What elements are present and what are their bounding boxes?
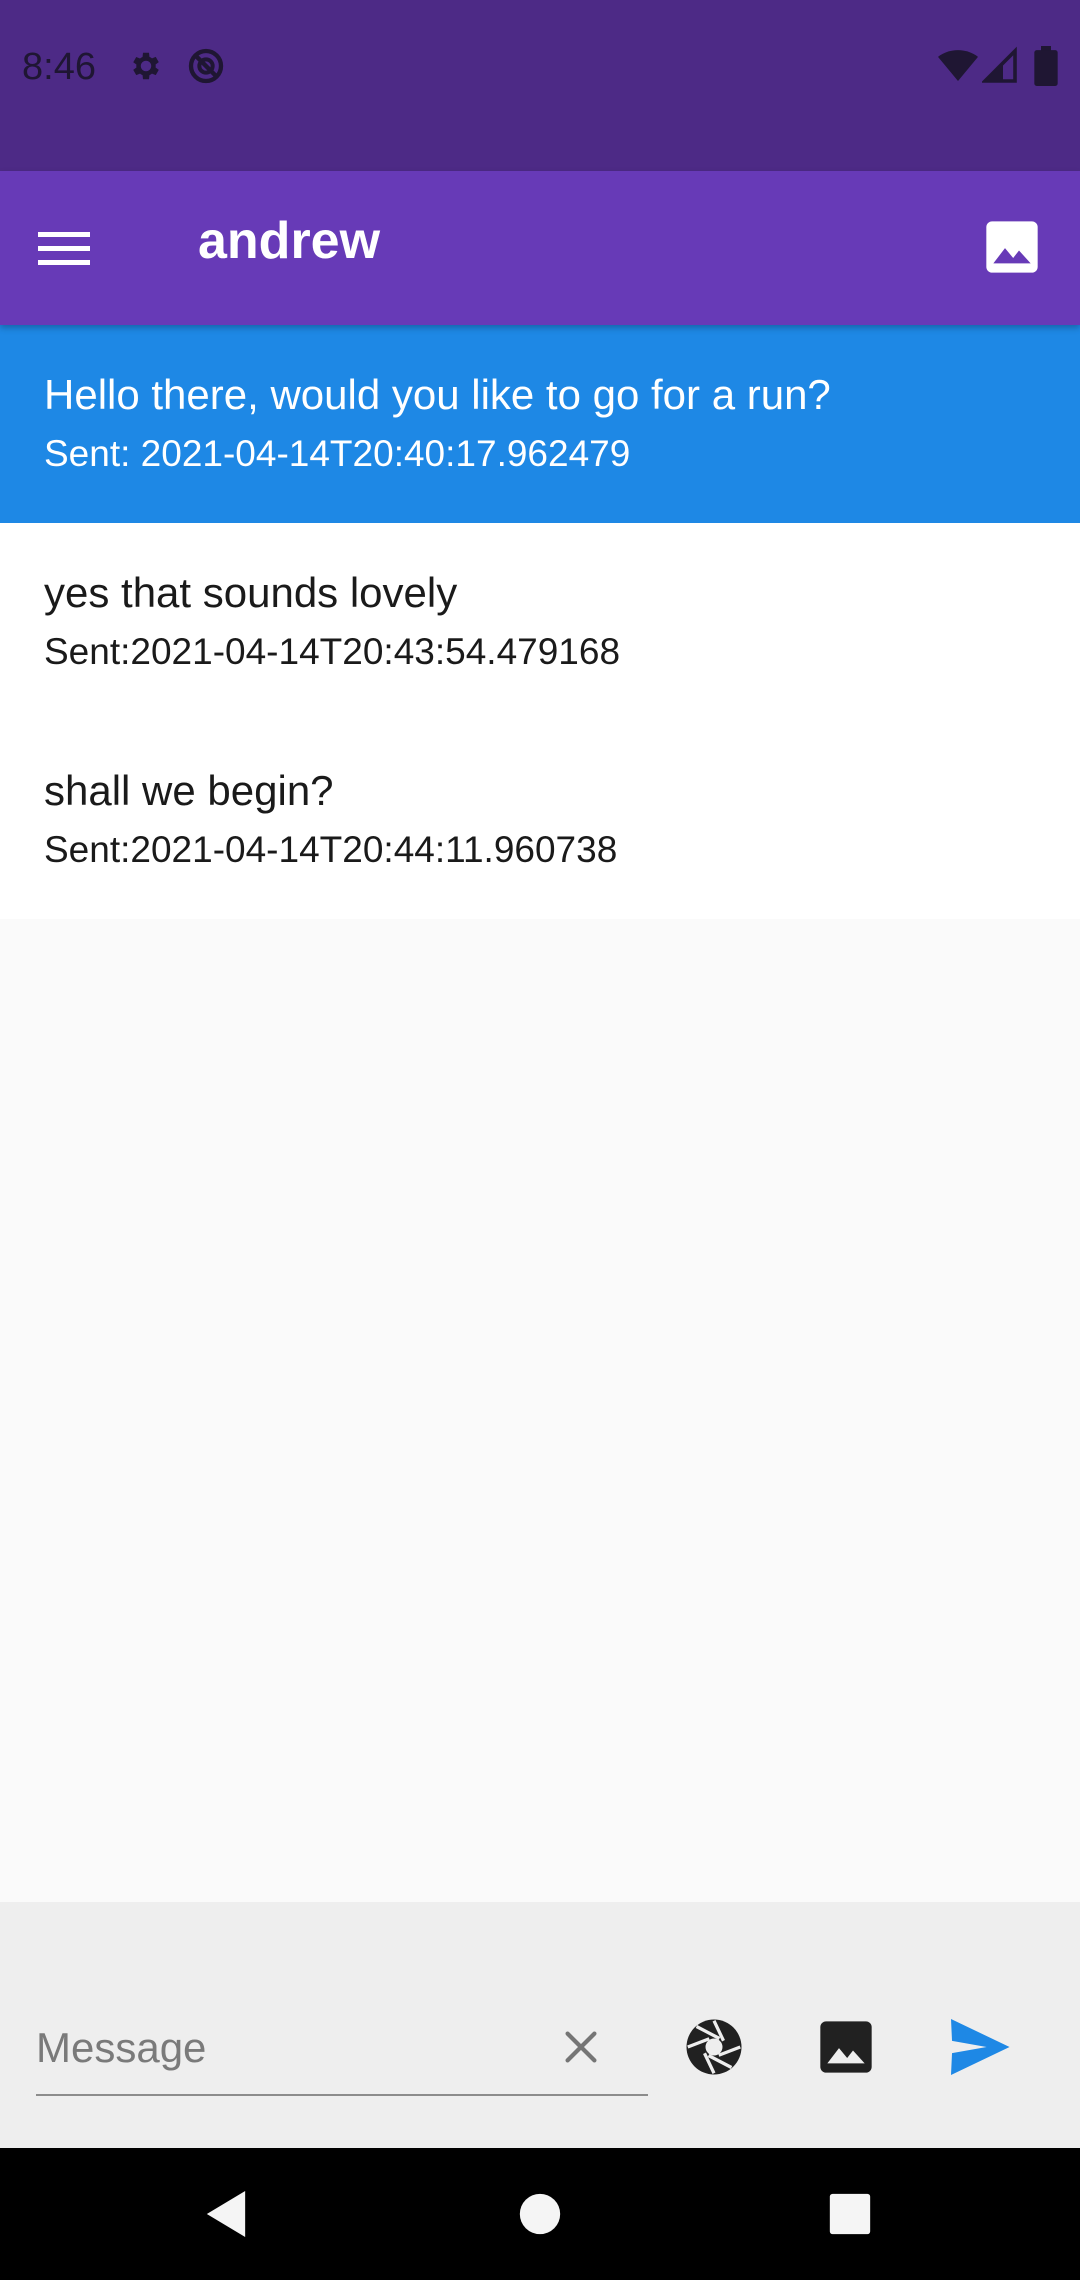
clear-icon[interactable] <box>546 2012 616 2082</box>
page-title: andrew <box>198 212 381 270</box>
message-composer <box>0 1902 1080 2148</box>
camera-shutter-icon[interactable] <box>679 2012 749 2082</box>
do-not-disturb-icon <box>186 46 226 91</box>
app-bar: andrew <box>0 171 1080 325</box>
chat-screen: 8:46 andrew Hello there, would you like … <box>0 0 1080 2280</box>
navigation-bar <box>0 2148 1080 2280</box>
message-timestamp: Sent:2021-04-14T20:43:54.479168 <box>44 631 621 672</box>
message-text: shall we begin? <box>44 767 334 814</box>
message-timestamp: Sent: 2021-04-14T20:40:17.962479 <box>44 433 631 474</box>
image-icon[interactable] <box>984 219 1044 279</box>
signal-icon <box>980 46 1018 91</box>
menu-icon[interactable] <box>38 214 116 282</box>
status-time: 8:46 <box>22 46 96 88</box>
message-item[interactable]: Hello there, would you like to go for a … <box>0 325 1080 523</box>
recents-icon[interactable] <box>818 2182 882 2246</box>
message-timestamp: Sent:2021-04-14T20:44:11.960738 <box>44 829 618 870</box>
message-item[interactable]: yes that sounds lovely Sent:2021-04-14T2… <box>0 523 1080 721</box>
image-icon[interactable] <box>811 2012 881 2082</box>
home-icon[interactable] <box>508 2182 572 2246</box>
back-icon[interactable] <box>194 2182 258 2246</box>
gear-icon <box>128 46 164 91</box>
message-text: Hello there, would you like to go for a … <box>44 371 831 418</box>
wifi-icon <box>938 46 978 91</box>
send-icon[interactable] <box>944 2012 1014 2082</box>
message-text: yes that sounds lovely <box>44 569 458 616</box>
battery-icon <box>1034 46 1058 91</box>
message-list: Hello there, would you like to go for a … <box>0 325 1080 919</box>
message-item[interactable]: shall we begin? Sent:2021-04-14T20:44:11… <box>0 721 1080 919</box>
status-bar: 8:46 <box>0 0 1080 171</box>
